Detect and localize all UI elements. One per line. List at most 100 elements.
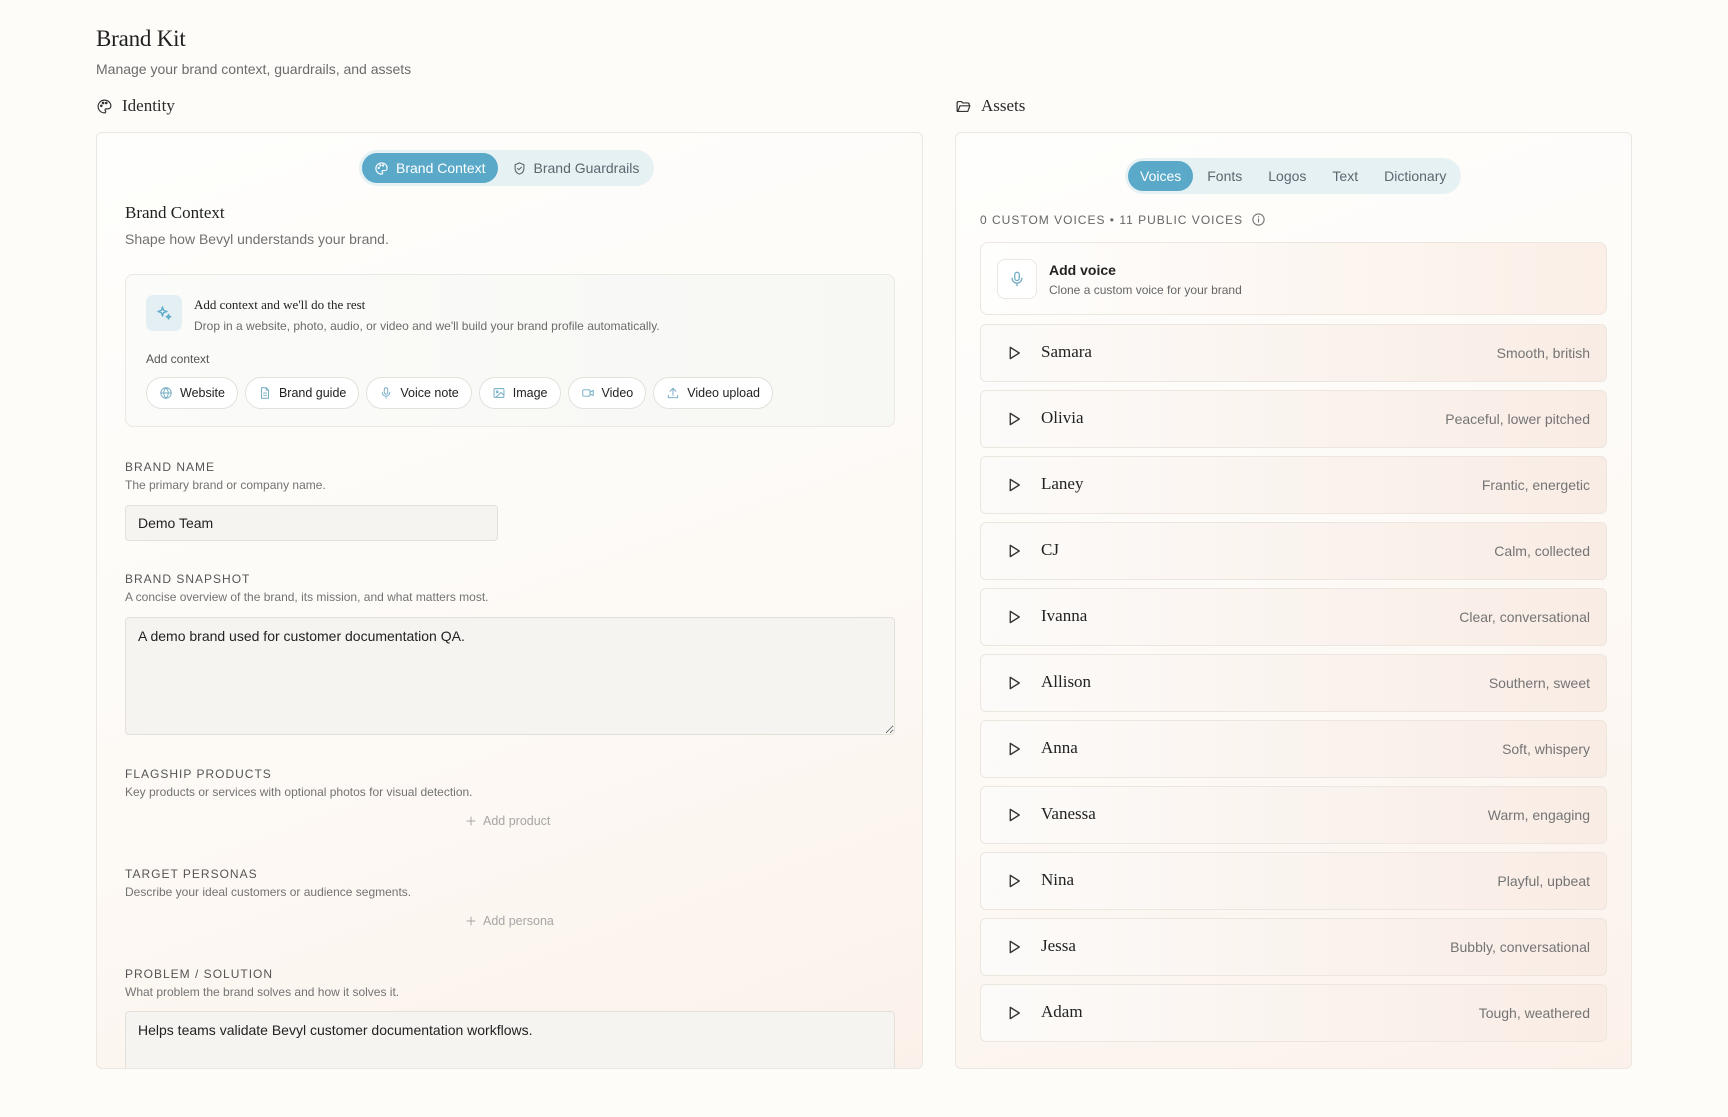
website-chip-label: Website xyxy=(180,386,225,400)
play-icon[interactable] xyxy=(1005,608,1023,626)
voice-name: Ivanna xyxy=(1041,606,1088,625)
tab-brand-context-label: Brand Context xyxy=(396,160,486,176)
brand-guide-chip-label: Brand guide xyxy=(278,386,347,400)
voice-name: Olivia xyxy=(1041,408,1084,427)
voice-row[interactable]: Anna Soft, whispery xyxy=(980,720,1607,778)
play-icon[interactable] xyxy=(1005,476,1023,494)
add-context-description: Drop in a website, photo, audio, or vide… xyxy=(194,319,660,333)
brand-guide-chip[interactable]: Brand guide xyxy=(244,377,360,409)
tab-brand-guardrails[interactable]: Brand Guardrails xyxy=(500,153,652,183)
add-voice-subtitle: Clone a custom voice for your brand xyxy=(1049,283,1242,297)
palette-icon xyxy=(375,161,388,175)
identity-section-label: Identity xyxy=(96,96,175,116)
assets-panel: Voices Fonts Logos Text Dictionary 0 CUS… xyxy=(955,132,1632,1069)
play-icon[interactable] xyxy=(1005,740,1023,758)
add-voice-icon-box xyxy=(997,259,1037,299)
brand-context-heading: Brand Context xyxy=(125,203,225,222)
voice-name: Jessa xyxy=(1041,936,1076,955)
play-icon[interactable] xyxy=(1005,674,1023,692)
brand-snapshot-label: BRAND SNAPSHOT xyxy=(125,572,251,586)
target-personas-help: Describe your ideal customers or audienc… xyxy=(125,885,412,899)
voice-description: Calm, collected xyxy=(1494,543,1590,559)
tab-fonts[interactable]: Fonts xyxy=(1195,161,1254,191)
brand-name-input[interactable] xyxy=(125,505,498,541)
microphone-icon xyxy=(382,387,391,399)
tab-text[interactable]: Text xyxy=(1320,161,1370,191)
voice-name: Vanessa xyxy=(1041,804,1096,823)
sparkle-badge xyxy=(146,295,182,331)
voice-row[interactable]: Nina Playful, upbeat xyxy=(980,852,1607,910)
flagship-products-help: Key products or services with optional p… xyxy=(125,785,473,799)
website-chip[interactable]: Website xyxy=(146,377,238,409)
identity-tabs: Brand Context Brand Guardrails xyxy=(359,150,655,186)
problem-solution-textarea[interactable]: Helps teams validate Bevyl customer docu… xyxy=(125,1011,895,1068)
play-icon[interactable] xyxy=(1005,938,1023,956)
page-title: Brand Kit xyxy=(96,26,186,51)
voice-description: Frantic, energetic xyxy=(1481,477,1590,493)
add-context-card: Add context and we'll do the rest Drop i… xyxy=(125,274,895,427)
video-icon xyxy=(581,389,594,397)
voice-name: Adam xyxy=(1041,1002,1083,1021)
sparkle-icon xyxy=(157,306,172,320)
palette-icon xyxy=(97,99,112,113)
video-upload-chip[interactable]: Video upload xyxy=(653,377,774,409)
globe-icon xyxy=(160,387,172,399)
voice-description: Tough, weathered xyxy=(1478,1005,1590,1021)
assets-section-label: Assets xyxy=(955,96,1025,116)
voice-row[interactable]: Ivanna Clear, conversational xyxy=(980,588,1607,646)
target-personas-label: TARGET PERSONAS xyxy=(125,867,258,881)
add-persona-button[interactable]: Add persona xyxy=(465,914,554,928)
voice-name: CJ xyxy=(1041,540,1059,559)
add-context-title: Add context and we'll do the rest xyxy=(194,297,366,312)
tab-dictionary[interactable]: Dictionary xyxy=(1372,161,1458,191)
voice-description: Southern, sweet xyxy=(1488,675,1590,691)
shield-icon xyxy=(514,161,524,175)
brand-name-help: The primary brand or company name. xyxy=(125,478,326,492)
voice-row[interactable]: Vanessa Warm, engaging xyxy=(980,786,1607,844)
microphone-icon xyxy=(1011,271,1023,287)
voice-row[interactable]: Laney Frantic, energetic xyxy=(980,456,1607,514)
voice-note-chip-label: Voice note xyxy=(400,386,459,400)
voice-note-chip[interactable]: Voice note xyxy=(366,377,472,409)
add-product-label: Add product xyxy=(483,814,551,828)
brand-snapshot-help: A concise overview of the brand, its mis… xyxy=(125,590,489,604)
tab-voices[interactable]: Voices xyxy=(1128,161,1194,191)
voice-row[interactable]: CJ Calm, collected xyxy=(980,522,1607,580)
voice-description: Playful, upbeat xyxy=(1497,873,1590,889)
play-icon[interactable] xyxy=(1005,1004,1023,1022)
video-upload-chip-label: Video upload xyxy=(687,386,761,400)
add-context-label: Add context xyxy=(146,352,210,366)
voice-description: Soft, whispery xyxy=(1502,741,1590,757)
voice-row[interactable]: Adam Tough, weathered xyxy=(980,984,1607,1042)
info-icon[interactable] xyxy=(1251,212,1266,227)
voice-name: Anna xyxy=(1041,738,1078,757)
play-icon[interactable] xyxy=(1005,872,1023,890)
voice-name: Allison xyxy=(1041,672,1092,691)
voice-list: Samara Smooth, british Olivia Peaceful, low… xyxy=(980,324,1607,1050)
add-persona-label: Add persona xyxy=(483,914,554,928)
play-icon[interactable] xyxy=(1005,542,1023,560)
voice-description: Warm, engaging xyxy=(1487,807,1590,823)
image-chip-label: Image xyxy=(512,386,548,400)
voice-description: Clear, conversational xyxy=(1459,609,1590,625)
page-subtitle: Manage your brand context, guardrails, a… xyxy=(96,61,412,77)
play-icon[interactable] xyxy=(1005,410,1023,428)
flagship-products-label: FLAGSHIP PRODUCTS xyxy=(125,767,272,781)
document-icon xyxy=(260,387,269,399)
add-voice-button[interactable]: Add voice Clone a custom voice for your … xyxy=(980,242,1607,315)
brand-snapshot-textarea[interactable]: A demo brand used for customer documenta… xyxy=(125,617,895,735)
tab-brand-context[interactable]: Brand Context xyxy=(362,153,498,183)
voice-row[interactable]: Allison Southern, sweet xyxy=(980,654,1607,712)
voice-row[interactable]: Olivia Peaceful, lower pitched xyxy=(980,390,1607,448)
image-chip[interactable]: Image xyxy=(478,377,561,409)
video-chip[interactable]: Video xyxy=(567,377,647,409)
add-product-button[interactable]: Add product xyxy=(465,814,550,828)
play-icon[interactable] xyxy=(1005,806,1023,824)
play-icon[interactable] xyxy=(1005,344,1023,362)
voice-row[interactable]: Samara Smooth, british xyxy=(980,324,1607,382)
tab-logos[interactable]: Logos xyxy=(1256,161,1318,191)
voice-count-text: 0 CUSTOM VOICES • 11 PUBLIC VOICES xyxy=(980,212,1244,227)
voice-description: Peaceful, lower pitched xyxy=(1445,411,1590,427)
voice-row[interactable]: Jessa Bubbly, conversational xyxy=(980,918,1607,976)
identity-label: Identity xyxy=(122,96,175,115)
